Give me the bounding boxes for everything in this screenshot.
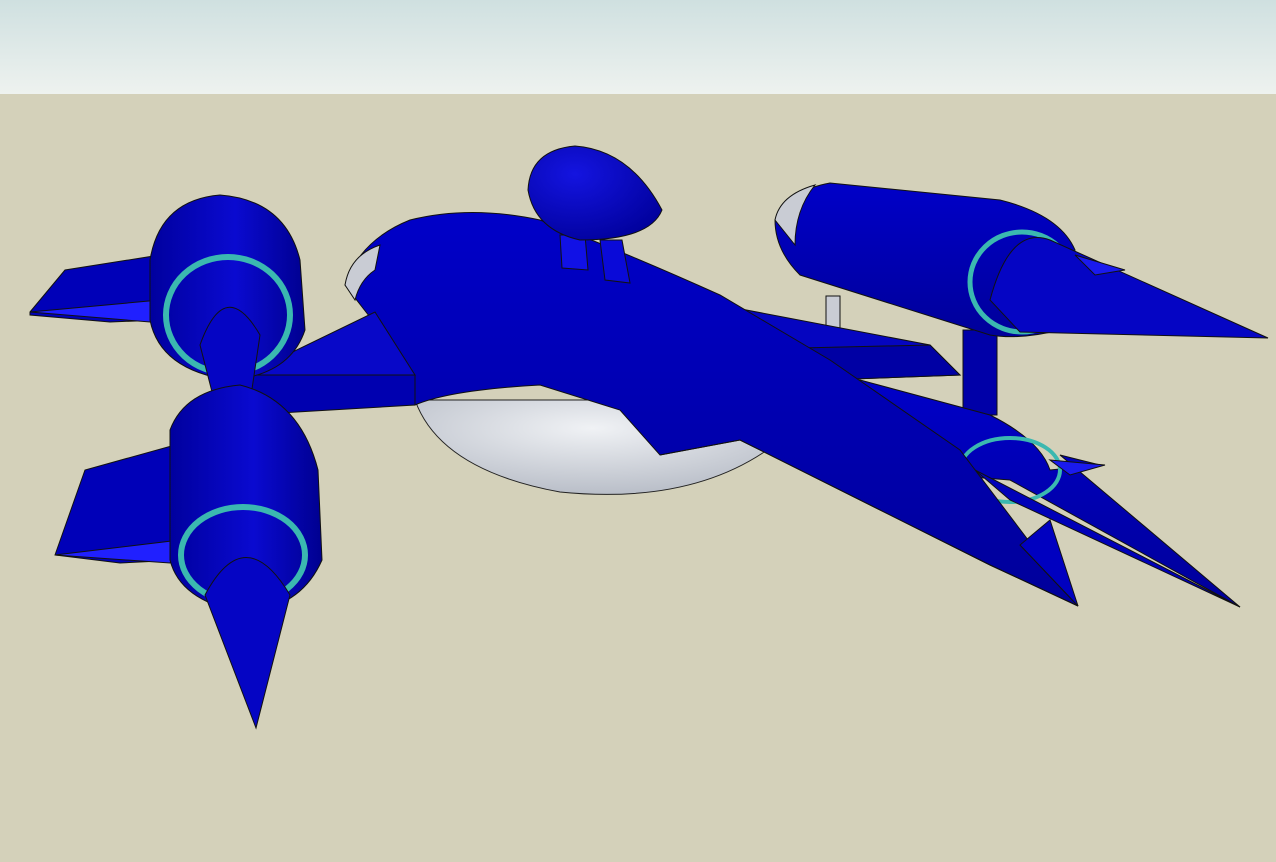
right-upper-engine bbox=[774, 182, 1269, 339]
left-lower-engine bbox=[54, 384, 323, 730]
spaceship-model[interactable] bbox=[0, 0, 1276, 862]
modeling-viewport[interactable] bbox=[0, 0, 1276, 862]
